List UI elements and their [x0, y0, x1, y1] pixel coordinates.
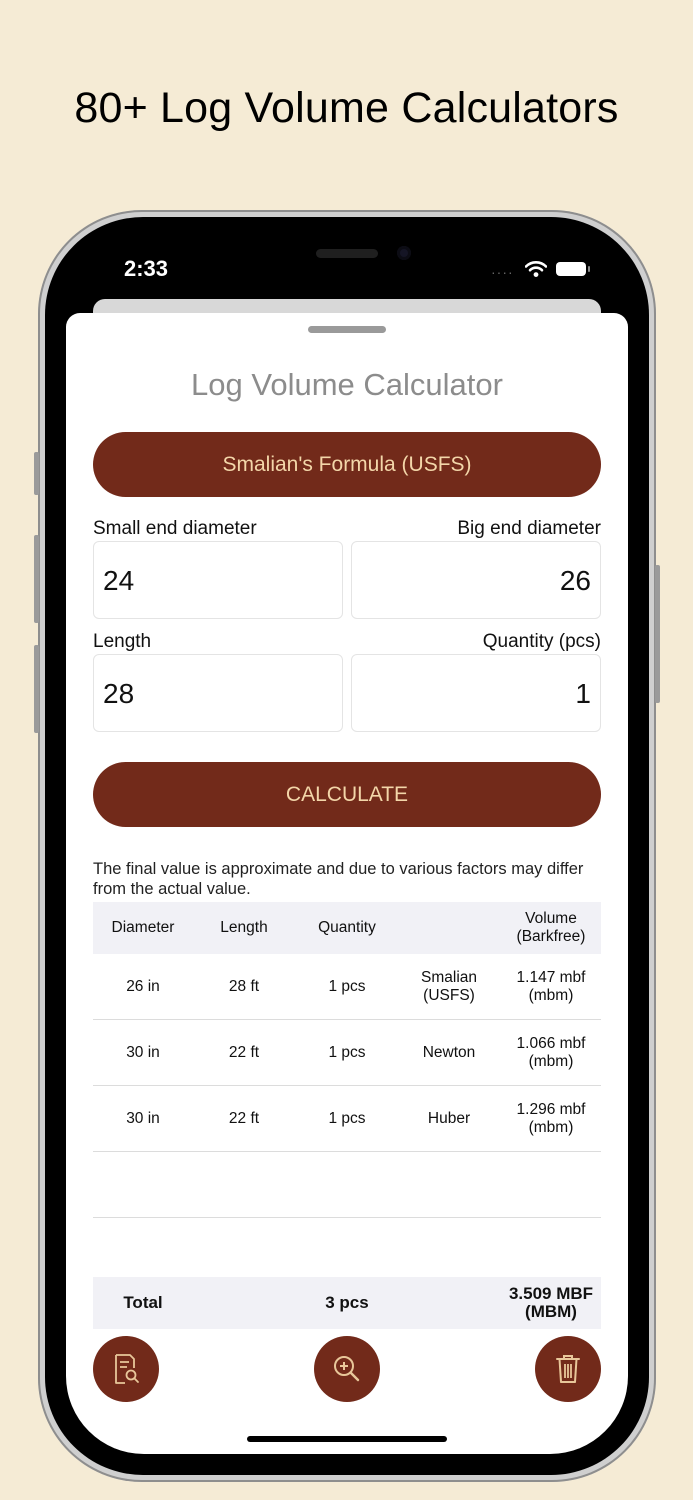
zoom-button[interactable]	[314, 1336, 380, 1402]
row-volume: 1.296 mbf (mbm)	[516, 1100, 586, 1136]
row-quantity: 1 pcs	[328, 977, 366, 995]
table-row[interactable]: 30 in 22 ft 1 pcs Huber 1.296 mbf (mbm)	[93, 1086, 601, 1152]
row-diameter: 30 in	[126, 1043, 160, 1061]
header-volume: Volume (Barkfree)	[516, 910, 586, 945]
length-input[interactable]: 28	[93, 654, 343, 732]
row-length: 22 ft	[228, 1109, 260, 1127]
row-length: 28 ft	[228, 977, 260, 995]
row-diameter: 30 in	[126, 1109, 160, 1127]
total-label: Total	[123, 1293, 163, 1312]
status-time: 2:33	[124, 256, 169, 281]
row-diameter: 26 in	[126, 977, 160, 995]
row-volume: 1.147 mbf (mbm)	[516, 968, 586, 1004]
report-button[interactable]	[93, 1336, 159, 1402]
calculate-button[interactable]: CALCULATE	[93, 762, 601, 827]
formula-select-button[interactable]: Smalian's Formula (USFS)	[93, 432, 601, 497]
battery-icon	[556, 262, 590, 276]
front-camera	[397, 246, 411, 260]
home-indicator[interactable]	[247, 1436, 447, 1442]
power-button	[655, 565, 660, 703]
report-search-icon	[115, 1354, 139, 1384]
row-method: Newton	[422, 1043, 476, 1061]
row-quantity: 1 pcs	[328, 1109, 366, 1127]
earpiece-speaker	[316, 249, 378, 258]
calculator-sheet: Log Volume Calculator Smalian's Formula …	[66, 313, 628, 1454]
delete-button[interactable]	[535, 1336, 601, 1402]
quantity-label: Quantity (pcs)	[482, 631, 601, 652]
header-length: Length	[220, 919, 268, 936]
header-diameter: Diameter	[111, 919, 175, 936]
table-header: Diameter Length Quantity Volume (Barkfre…	[93, 902, 601, 954]
big-end-label: Big end diameter	[457, 518, 601, 539]
small-end-label: Small end diameter	[93, 518, 257, 539]
zoom-in-icon	[334, 1356, 360, 1382]
total-quantity: 3 pcs	[325, 1293, 369, 1312]
volume-up-button	[34, 535, 39, 623]
quantity-input[interactable]: 1	[351, 654, 601, 732]
mute-switch	[34, 452, 39, 495]
row-volume: 1.066 mbf (mbm)	[516, 1034, 586, 1070]
header-quantity: Quantity	[318, 919, 376, 936]
table-row[interactable]: 26 in 28 ft 1 pcs Smalian (USFS) 1.147 m…	[93, 954, 601, 1020]
row-quantity: 1 pcs	[328, 1043, 366, 1061]
row-method: Huber	[427, 1109, 471, 1127]
table-row-empty	[93, 1152, 601, 1218]
volume-down-button	[34, 645, 39, 733]
page-title: Log Volume Calculator	[191, 367, 503, 402]
big-end-input[interactable]: 26	[351, 541, 601, 619]
trash-icon	[556, 1355, 580, 1383]
table-total-row: Total 3 pcs 3.509 MBF (MBM)	[93, 1277, 601, 1329]
cellular-signal-icon: ····	[491, 264, 514, 280]
small-end-input[interactable]: 24	[93, 541, 343, 619]
approximation-note: The final value is approximate and due t…	[93, 860, 584, 898]
total-volume: 3.509 MBF (MBM)	[508, 1284, 594, 1321]
row-method: Smalian (USFS)	[421, 968, 477, 1004]
table-row[interactable]: 30 in 22 ft 1 pcs Newton 1.066 mbf (mbm)	[93, 1020, 601, 1086]
promo-title: 80+ Log Volume Calculators	[74, 84, 619, 132]
header-method	[399, 902, 499, 954]
row-length: 22 ft	[228, 1043, 260, 1061]
wifi-icon	[525, 261, 547, 277]
sheet-grabber[interactable]	[308, 326, 386, 333]
length-label: Length	[93, 631, 152, 652]
